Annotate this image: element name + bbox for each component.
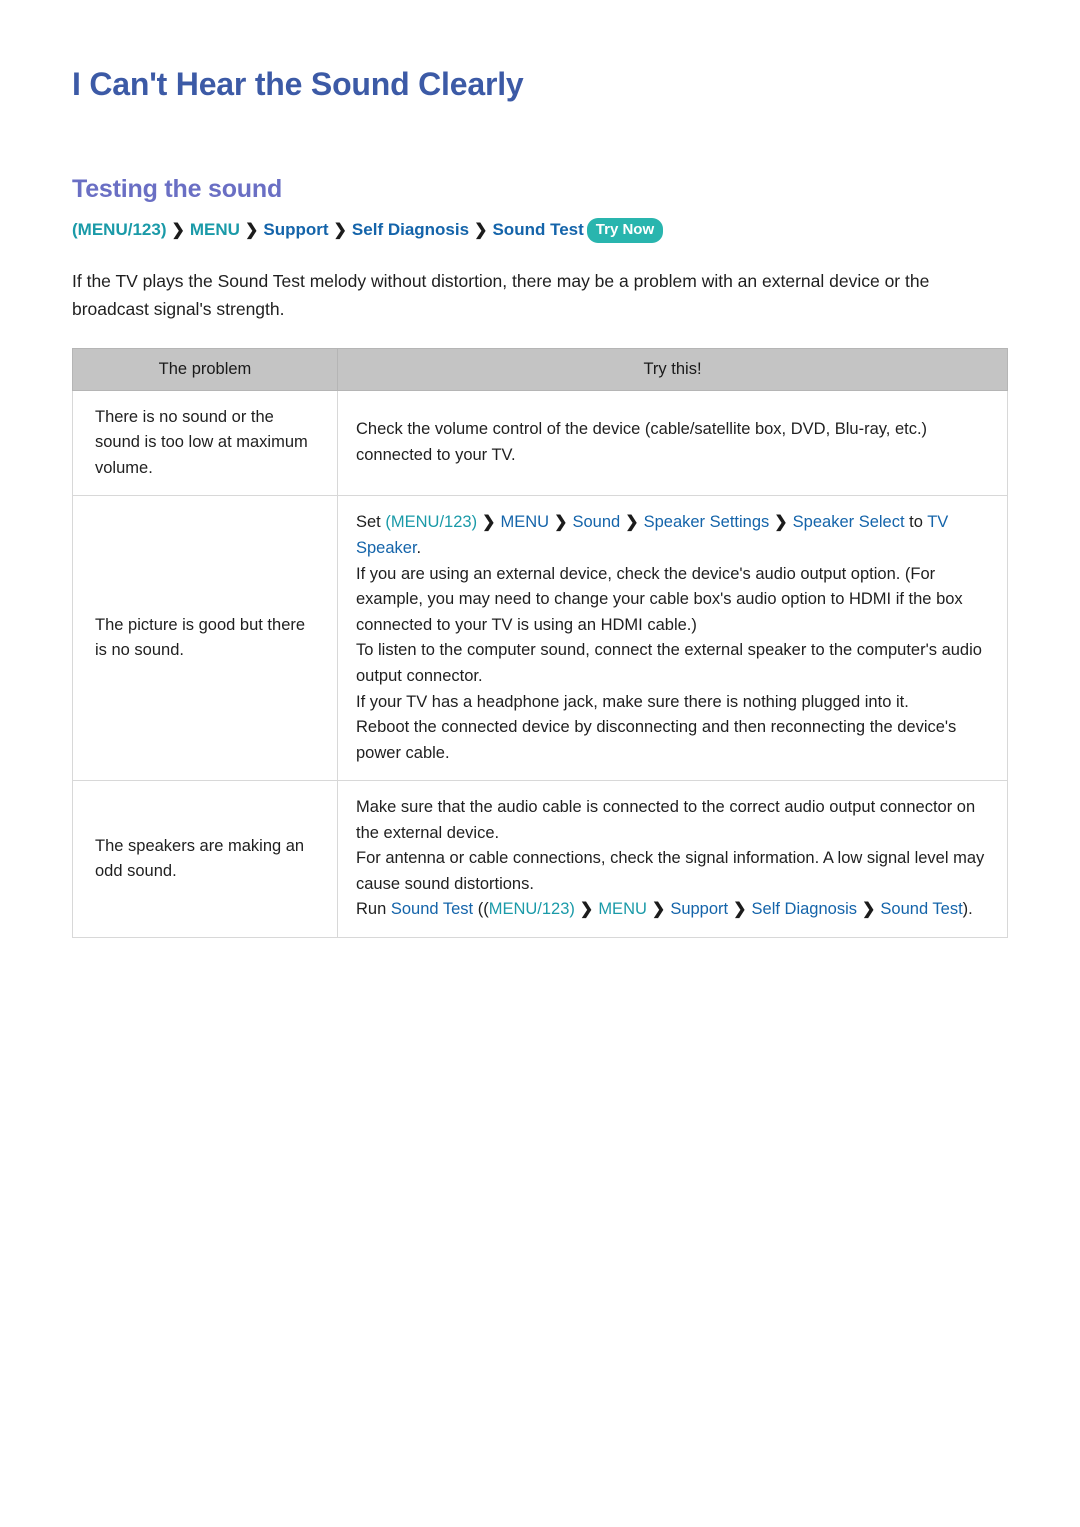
path-item-speaker-settings[interactable]: Speaker Settings [644,513,770,531]
run-item-support[interactable]: Support [670,900,728,918]
cell-problem: The speakers are making an odd sound. [72,780,338,939]
run-item-sound-test[interactable]: Sound Test [880,900,962,918]
column-header-try-this: Try this! [337,347,1008,391]
cell-answer: Check the volume control of the device (… [337,389,1008,497]
document-page: I Can't Hear the Sound Clearly Testing t… [0,0,1080,939]
answer-run-line: Run Sound Test ((MENU/123) ❯ MENU ❯ Support ❯… [356,897,989,923]
chevron-right-icon: ❯ [651,901,666,919]
chevron-right-icon: ❯ [579,901,594,919]
run-prefix: Run [356,900,391,919]
chevron-right-icon: ❯ [733,901,747,919]
run-link-sound-test[interactable]: Sound Test [391,900,473,918]
cell-answer: Make sure that the audio cable is connec… [337,780,1008,939]
table-row: The speakers are making an odd sound. Ma… [72,780,1008,939]
answer-line: Reboot the connected device by disconnec… [356,718,957,762]
path-item-sound[interactable]: Sound [572,513,620,531]
table-row: There is no sound or the sound is too lo… [72,389,1008,497]
cell-problem: There is no sound or the sound is too lo… [72,389,338,497]
run-item-self-diagnosis[interactable]: Self Diagnosis [752,900,857,918]
answer-path-line: Set (MENU/123) ❯ MENU ❯ Sound ❯ Speaker Settin… [356,510,989,561]
answer-line: For antenna or cable connections, check … [356,849,985,893]
table-header-row: The problem Try this! [72,347,1008,391]
chevron-right-icon: ❯ [625,514,639,532]
intro-paragraph: If the TV plays the Sound Test melody wi… [72,271,930,320]
troubleshooting-table: The problem Try this! There is no sound … [72,347,1008,939]
path-mid-text: to [904,513,928,532]
table-row: The picture is good but there is no soun… [72,495,1008,782]
chevron-right-icon: ❯ [862,901,876,919]
breadcrumb-item-self-diagnosis[interactable]: Self Diagnosis [352,220,469,239]
chevron-right-icon: ❯ [482,514,496,532]
breadcrumb-item-menu123[interactable]: MENU/123 [78,220,161,239]
run-open-paren: (( [473,900,489,919]
path-suffix: . [416,539,422,558]
chevron-right-icon: ❯ [333,222,347,239]
chevron-right-icon: ❯ [554,514,568,532]
breadcrumb-item-menu[interactable]: MENU [190,220,240,239]
try-now-badge[interactable]: Try Now [586,218,664,243]
path-item-speaker-select[interactable]: Speaker Select [793,513,905,531]
answer-line: If you are using an external device, che… [356,564,963,634]
chevron-right-icon: ❯ [774,514,788,532]
breadcrumb-item-support[interactable]: Support [263,220,328,239]
answer-line: If your TV has a headphone jack, make su… [356,692,909,711]
answer-line: Check the volume control of the device (… [356,420,928,465]
breadcrumb-item-sound-test[interactable]: Sound Test [492,220,583,239]
cell-answer: Set (MENU/123) ❯ MENU ❯ Sound ❯ Speaker Settin… [337,495,1008,782]
answer-line: To listen to the computer sound, connect… [356,641,982,685]
run-suffix: ). [962,900,973,919]
chevron-right-icon: ❯ [171,222,185,239]
chevron-right-icon: ❯ [244,222,259,239]
answer-line: Make sure that the audio cable is connec… [356,798,976,842]
page-title: I Can't Hear the Sound Clearly [72,66,524,102]
chevron-right-icon: ❯ [474,222,488,239]
run-item-menu[interactable]: MENU [598,900,647,918]
section-heading: Testing the sound [72,175,283,203]
path-item-menu123[interactable]: MENU/123 [391,513,472,531]
run-item-menu123[interactable]: MENU/123 [489,900,570,918]
cell-problem: The picture is good but there is no soun… [72,495,338,782]
path-prefix: Set [356,513,386,532]
breadcrumb: (MENU/123) ❯ MENU ❯ Support ❯ Self Diagnosis ❯ S… [72,218,1008,243]
path-item-menu[interactable]: MENU [500,513,549,531]
column-header-problem: The problem [72,347,338,391]
